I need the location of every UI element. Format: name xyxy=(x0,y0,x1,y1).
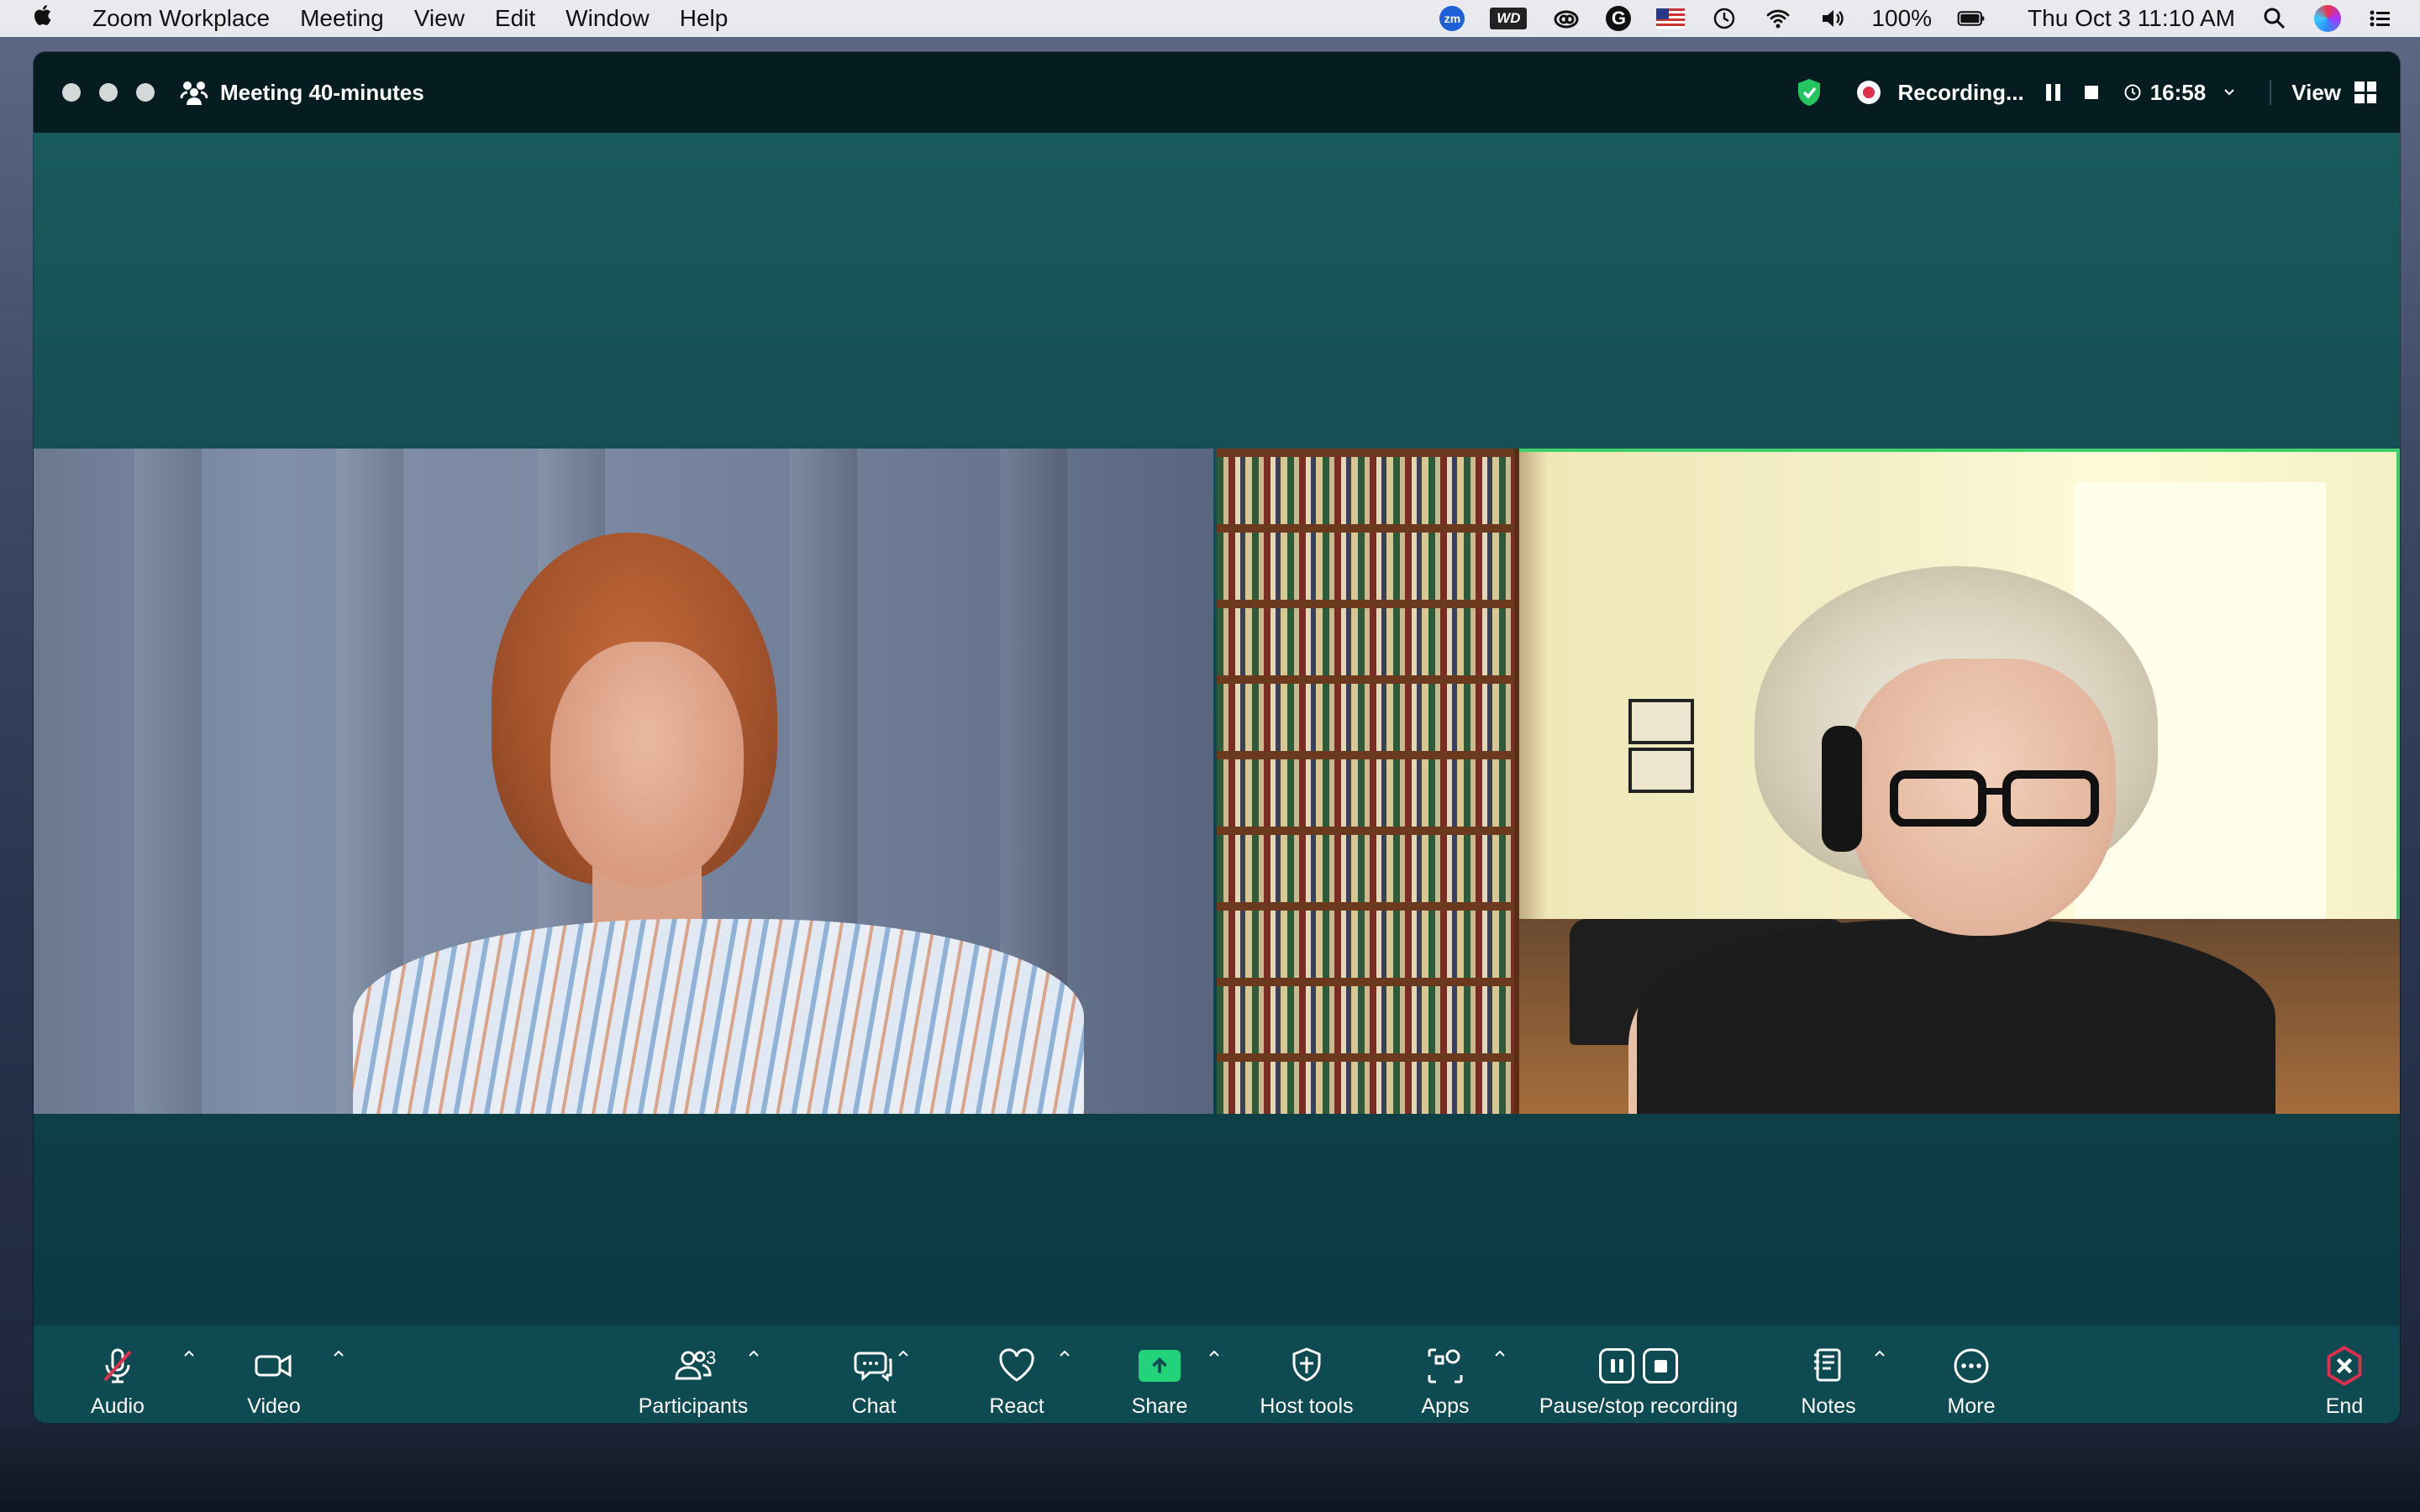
end-meeting-icon xyxy=(2327,1346,2362,1386)
fullscreen-window-button[interactable] xyxy=(136,83,155,102)
meeting-title-bar: Meeting 40-minutes Recording... 16:58 Vi… xyxy=(34,52,2400,133)
participants-count: 3 xyxy=(706,1347,717,1368)
host-tools-label: Host tools xyxy=(1260,1394,1354,1418)
share-label: Share xyxy=(1131,1394,1188,1418)
video-label: Video xyxy=(247,1394,301,1418)
meeting-title: Meeting 40-minutes xyxy=(220,79,424,105)
react-options-chevron-icon[interactable] xyxy=(1057,1346,1072,1361)
participants-label: Participants xyxy=(638,1394,749,1418)
heart-icon xyxy=(999,1348,1034,1382)
menu-meeting[interactable]: Meeting xyxy=(300,5,384,32)
video-camera-icon xyxy=(255,1354,292,1378)
wd-status-icon[interactable]: WD xyxy=(1490,8,1528,29)
meeting-controls-toolbar: Audio Video Participants 3 Chat React Sh… xyxy=(34,1326,2400,1423)
video-stage xyxy=(34,133,2400,1326)
creative-cloud-icon[interactable] xyxy=(1552,6,1581,31)
stop-recording-icon[interactable] xyxy=(2084,86,2098,99)
chat-button[interactable]: Chat xyxy=(823,1326,924,1423)
video-options-chevron-icon[interactable] xyxy=(331,1346,346,1361)
battery-percent: 100% xyxy=(1871,5,1933,31)
clock-icon xyxy=(2124,84,2141,101)
grammarly-icon[interactable]: G xyxy=(1606,6,1632,31)
notes-options-chevron-icon[interactable] xyxy=(1872,1346,1887,1361)
meeting-people-icon xyxy=(180,81,208,105)
spotlight-search-icon[interactable] xyxy=(2260,6,2289,31)
title-bar-divider xyxy=(2270,80,2272,105)
more-options-icon xyxy=(1954,1348,1989,1383)
pause-stop-recording-label: Pause/stop recording xyxy=(1539,1394,1739,1418)
wifi-icon[interactable] xyxy=(1764,6,1792,31)
apps-options-chevron-icon[interactable] xyxy=(1492,1346,1507,1361)
audio-label: Audio xyxy=(91,1394,145,1418)
more-button[interactable]: More xyxy=(1921,1326,2022,1423)
participants-options-chevron-icon[interactable] xyxy=(746,1346,761,1361)
chevron-down-icon[interactable] xyxy=(2223,86,2236,99)
meeting-timer-value: 16:58 xyxy=(2149,79,2207,105)
minimize-window-button[interactable] xyxy=(99,83,118,102)
chat-bubble-icon xyxy=(854,1352,892,1383)
window-controls xyxy=(62,83,155,102)
apple-menu-icon[interactable] xyxy=(18,3,69,35)
recording-controls-icon xyxy=(1599,1348,1678,1383)
us-flag-input-icon[interactable] xyxy=(1656,8,1686,29)
participants-button[interactable]: Participants xyxy=(613,1326,773,1423)
apps-label: Apps xyxy=(1421,1394,1470,1418)
chat-label: Chat xyxy=(851,1394,897,1418)
recording-indicator-icon xyxy=(1857,81,1881,104)
apps-icon xyxy=(1428,1348,1463,1383)
end-meeting-button[interactable]: End xyxy=(2311,1326,2378,1423)
notes-icon xyxy=(1814,1348,1841,1382)
pause-recording-icon[interactable] xyxy=(2045,84,2061,101)
menu-view[interactable]: View xyxy=(414,5,465,32)
muted-microphone-icon xyxy=(103,1348,132,1383)
view-button-label: View xyxy=(2291,79,2341,105)
meeting-timer[interactable]: 16:58 xyxy=(2123,79,2207,106)
menu-clock[interactable]: Thu Oct 3 11:10 AM xyxy=(2028,5,2235,32)
encryption-shield-icon[interactable] xyxy=(1795,77,1823,108)
notes-button[interactable]: Notes xyxy=(1778,1326,1879,1423)
react-label: React xyxy=(989,1394,1044,1418)
battery-icon[interactable] xyxy=(1957,6,1986,31)
gallery-grid-icon xyxy=(2354,81,2376,103)
siri-icon[interactable] xyxy=(2314,5,2341,32)
time-machine-icon[interactable] xyxy=(1710,6,1739,31)
share-screen-icon xyxy=(1139,1350,1181,1382)
share-button[interactable]: Share xyxy=(1109,1326,1210,1423)
volume-icon[interactable] xyxy=(1818,6,1846,31)
more-label: More xyxy=(1947,1394,1996,1418)
close-window-button[interactable] xyxy=(62,83,81,102)
menu-edit[interactable]: Edit xyxy=(495,5,535,32)
pause-stop-recording-button[interactable]: Pause/stop recording xyxy=(1529,1326,1748,1423)
stop-icon xyxy=(1643,1348,1678,1383)
menu-extras: zm WD G 100% Thu Oct 3 11:10 AM xyxy=(1439,0,2395,37)
desktop-wallpaper xyxy=(0,1423,2420,1512)
meeting-status-area: Recording... 16:58 View xyxy=(1795,52,2376,133)
menu-app-name[interactable]: Zoom Workplace xyxy=(92,5,270,32)
zoom-status-icon[interactable]: zm xyxy=(1439,6,1465,31)
share-options-chevron-icon[interactable] xyxy=(1207,1346,1222,1361)
end-label: End xyxy=(2325,1394,2364,1418)
audio-button[interactable]: Audio xyxy=(76,1326,160,1423)
zoom-meeting-window: Meeting 40-minutes Recording... 16:58 Vi… xyxy=(34,52,2400,1423)
participant-2-video-feed xyxy=(1217,449,1519,1114)
control-center-icon[interactable] xyxy=(2366,6,2395,31)
view-button[interactable]: View xyxy=(2291,80,2376,106)
participant-video-tile-2-active-speaker[interactable] xyxy=(1217,449,2400,1114)
apps-button[interactable]: Apps xyxy=(1395,1326,1496,1423)
video-button[interactable]: Video xyxy=(224,1326,324,1423)
recording-status: Recording... xyxy=(1897,79,2024,105)
menu-help[interactable]: Help xyxy=(680,5,729,32)
host-tools-button[interactable]: Host tools xyxy=(1244,1326,1370,1423)
react-button[interactable]: React xyxy=(966,1326,1067,1423)
notes-label: Notes xyxy=(1801,1394,1856,1418)
menu-window[interactable]: Window xyxy=(566,5,650,32)
audio-options-chevron-icon[interactable] xyxy=(182,1346,197,1361)
mac-menu-bar: Zoom Workplace Meeting View Edit Window … xyxy=(0,0,2420,37)
host-tools-shield-icon xyxy=(1292,1347,1321,1382)
chat-options-chevron-icon[interactable] xyxy=(896,1346,911,1361)
pause-icon xyxy=(1599,1348,1634,1383)
participant-video-tile-1[interactable] xyxy=(34,449,1213,1114)
